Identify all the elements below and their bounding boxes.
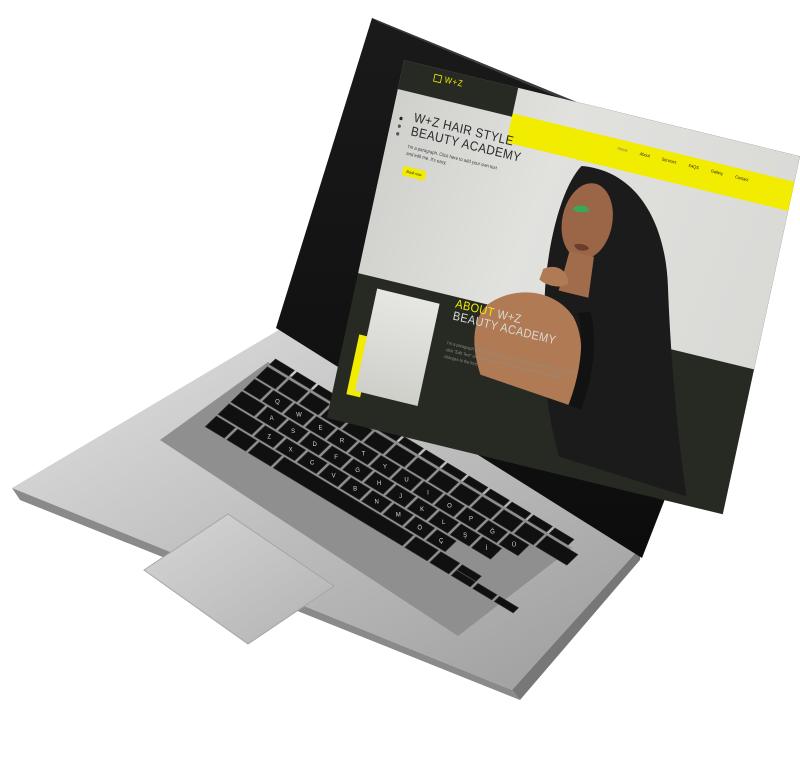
key-label: X	[289, 448, 293, 454]
key-label: H	[377, 481, 381, 487]
key-label: V	[332, 474, 336, 480]
key-label: N	[375, 500, 379, 506]
key-label: S	[291, 429, 295, 435]
key-label: Ç	[439, 539, 444, 545]
key-label: U	[404, 478, 408, 484]
key-label: O	[447, 504, 452, 510]
laptop-mockup: QWERTYUIOPĞÜASDFGHJKLŞİZXCVBNMÖÇ W+Z W+Z…	[0, 0, 800, 774]
key-label: Ğ	[490, 529, 495, 536]
key-label: Z	[267, 435, 271, 441]
key-label: P	[469, 517, 473, 523]
logo-mark-icon	[433, 73, 443, 84]
key-label: A	[270, 416, 274, 422]
key-label: M	[396, 513, 401, 519]
key-label: Ü	[512, 542, 516, 549]
key-label: J	[399, 494, 402, 500]
key-label: R	[340, 439, 345, 445]
key-label: Ö	[417, 525, 422, 532]
key-label: Y	[383, 465, 387, 471]
key-label: Ş	[463, 533, 467, 539]
key-label: F	[334, 455, 338, 461]
key-label: G	[355, 468, 360, 474]
key-label: C	[310, 461, 315, 467]
key-label: T	[362, 452, 366, 458]
key-label: E	[319, 426, 323, 432]
key-label: D	[312, 442, 317, 448]
key-label: W	[296, 413, 302, 419]
key-label: Q	[275, 400, 280, 406]
key-label: K	[420, 507, 424, 513]
key-label: B	[353, 487, 357, 493]
